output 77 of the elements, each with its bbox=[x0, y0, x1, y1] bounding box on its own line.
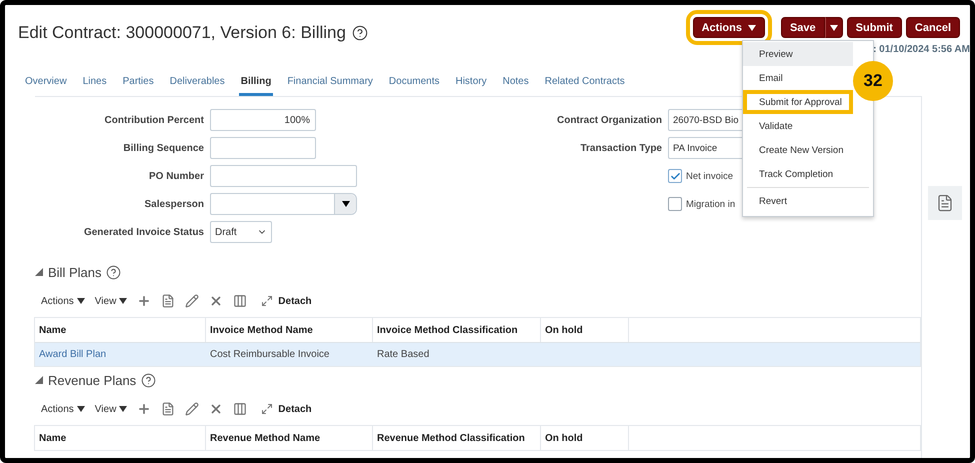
checkbox[interactable] bbox=[668, 197, 682, 211]
add-icon[interactable] bbox=[137, 402, 152, 416]
detach-icon bbox=[261, 295, 274, 307]
tab[interactable]: History bbox=[453, 76, 489, 96]
input-field[interactable] bbox=[210, 165, 357, 187]
last-saved-text: : 01/10/2024 5:56 AM bbox=[873, 44, 970, 55]
page-title: Edit Contract: 300000071, Version 6: Billing bbox=[18, 23, 346, 43]
table-cell-text: Cost Reimbursable Invoice bbox=[209, 348, 330, 362]
caret-icon bbox=[119, 298, 128, 304]
help-icon[interactable] bbox=[352, 25, 368, 41]
document-icon[interactable] bbox=[161, 402, 176, 416]
caret-icon bbox=[76, 406, 85, 412]
caret-icon bbox=[342, 201, 350, 207]
view-menu[interactable]: View bbox=[94, 404, 128, 414]
dropdown-button[interactable] bbox=[334, 194, 356, 214]
column-header: Name bbox=[35, 426, 206, 450]
field-label: Generated Invoice Status bbox=[82, 226, 204, 238]
add-icon[interactable] bbox=[137, 294, 152, 308]
collapse-icon[interactable] bbox=[35, 376, 43, 384]
check-icon bbox=[670, 170, 680, 182]
tab[interactable]: Lines bbox=[80, 76, 109, 96]
actions-menu[interactable]: Actions bbox=[41, 296, 85, 306]
save-options-button[interactable] bbox=[824, 17, 843, 38]
caret-icon bbox=[830, 24, 838, 30]
delete-icon[interactable] bbox=[209, 294, 224, 308]
tab[interactable]: Documents bbox=[386, 76, 442, 96]
tab[interactable]: Financial Summary bbox=[285, 76, 375, 96]
detach-icon bbox=[261, 403, 274, 415]
section-title: Revenue Plans bbox=[48, 372, 136, 388]
field-label: Transaction Type bbox=[579, 142, 662, 154]
help-icon[interactable] bbox=[141, 372, 156, 388]
caret-icon bbox=[748, 24, 756, 30]
input-field[interactable]: 100% bbox=[210, 109, 316, 131]
view-menu[interactable]: View bbox=[94, 296, 128, 306]
help-icon[interactable] bbox=[106, 264, 122, 280]
field-label: Billing Sequence bbox=[122, 142, 204, 154]
column-header: On hold bbox=[541, 426, 629, 450]
field-label: Salesperson bbox=[144, 198, 204, 210]
field-label: PO Number bbox=[148, 170, 204, 182]
caret-icon bbox=[76, 298, 85, 304]
combo-field[interactable] bbox=[210, 193, 357, 215]
checkbox-label: Net invoice bbox=[686, 170, 733, 182]
table-cell-text: Rate Based bbox=[376, 348, 430, 362]
row-link[interactable]: Award Bill Plan bbox=[35, 343, 206, 366]
table-row[interactable]: Award Bill Plan Cost Reimbursable Invoice Rate Based bbox=[35, 342, 920, 366]
action-button[interactable]: Cancel bbox=[906, 17, 960, 38]
checkbox[interactable] bbox=[668, 169, 682, 183]
tab[interactable]: Billing bbox=[238, 76, 274, 96]
save-button[interactable]: Save bbox=[780, 17, 825, 38]
columns-icon[interactable] bbox=[233, 402, 248, 416]
pencil-icon[interactable] bbox=[185, 294, 200, 308]
tab[interactable]: Deliverables bbox=[168, 76, 227, 96]
field-label: Contract Organization bbox=[556, 114, 662, 126]
menu-item[interactable]: Submit for Approval bbox=[743, 90, 853, 114]
columns-icon[interactable] bbox=[233, 294, 248, 308]
input-field[interactable] bbox=[210, 137, 316, 159]
tab[interactable]: Overview bbox=[23, 76, 69, 96]
actions-menu[interactable]: Actions bbox=[41, 404, 85, 414]
caret-icon bbox=[119, 406, 128, 412]
action-button[interactable]: Submit bbox=[846, 17, 902, 38]
collapse-icon[interactable] bbox=[35, 268, 43, 276]
tab[interactable]: Notes bbox=[500, 76, 531, 96]
document-icon[interactable] bbox=[161, 294, 176, 308]
delete-icon[interactable] bbox=[209, 402, 224, 416]
menu-item[interactable]: Preview bbox=[743, 42, 853, 66]
tab[interactable]: Related Contracts bbox=[542, 76, 627, 96]
document-icon[interactable] bbox=[928, 186, 962, 220]
column-header: Revenue Method Name bbox=[206, 426, 373, 450]
select-field[interactable]: Draft bbox=[210, 221, 272, 243]
detach-button[interactable]: Detach bbox=[261, 295, 312, 307]
checkbox-label: Migration in bbox=[686, 198, 736, 210]
pencil-icon[interactable] bbox=[185, 402, 200, 416]
section-title: Bill Plans bbox=[48, 264, 102, 280]
detach-button[interactable]: Detach bbox=[261, 403, 312, 415]
tab[interactable]: Parties bbox=[120, 76, 156, 96]
column-header: Revenue Method Classification bbox=[373, 426, 541, 450]
field-label: Contribution Percent bbox=[104, 114, 204, 126]
